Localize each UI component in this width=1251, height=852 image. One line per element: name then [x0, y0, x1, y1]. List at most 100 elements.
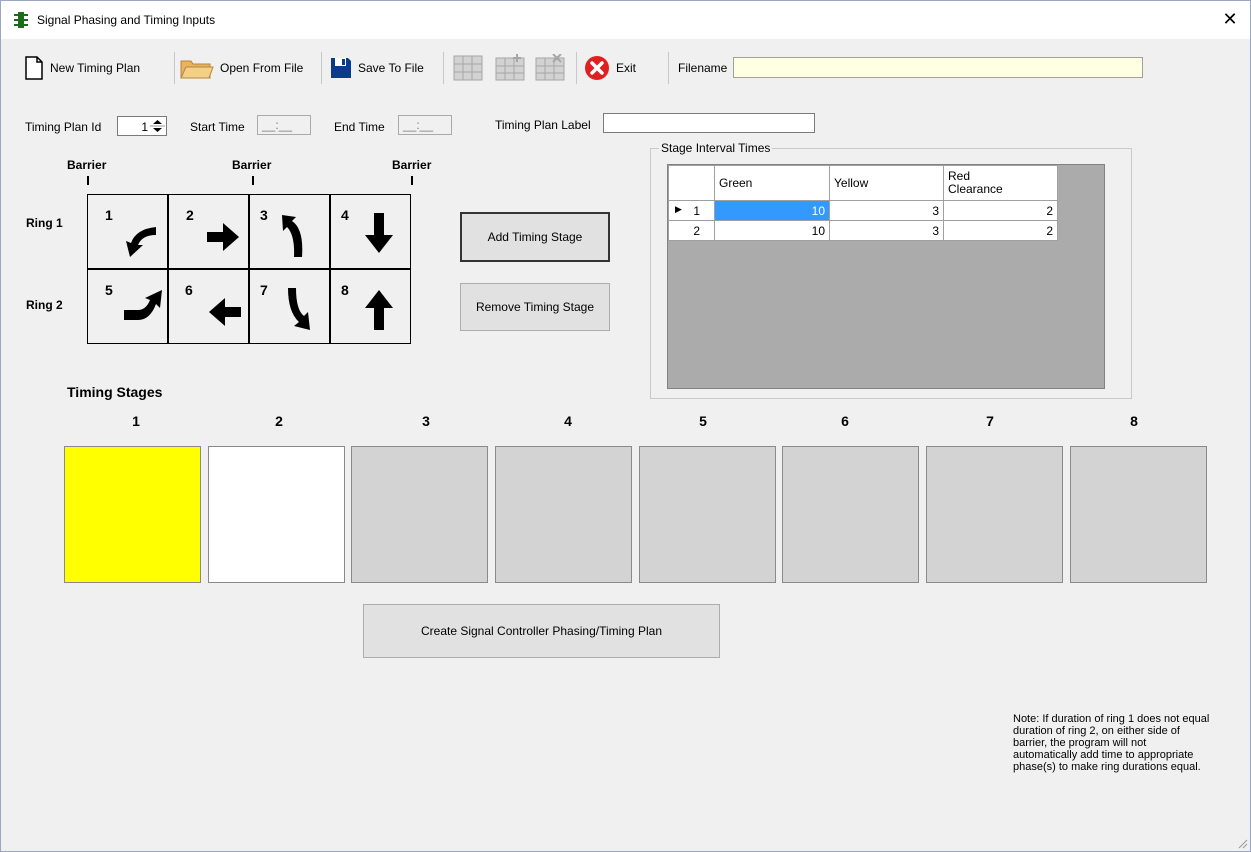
phase-cell-7[interactable]: 7: [249, 269, 330, 344]
table-save-icon[interactable]: [453, 54, 483, 82]
traffic-light-icon: [14, 12, 28, 28]
phase-grid: 1 2 3 4 5 6 7 8: [87, 194, 413, 344]
timing-plan-id-label: Timing Plan Id: [25, 120, 102, 134]
toolbar-separator: [174, 52, 175, 84]
stage-box-8[interactable]: [1070, 446, 1207, 583]
column-header-red-clearance[interactable]: Red Clearance: [943, 165, 1058, 201]
open-from-file-label: Open From File: [220, 61, 304, 75]
stage-number: 3: [422, 413, 430, 429]
ring-1-label: Ring 1: [26, 216, 63, 230]
open-from-file-button[interactable]: Open From File: [180, 48, 303, 88]
phase-number: 1: [105, 207, 113, 223]
table-delete-icon[interactable]: [535, 54, 565, 82]
save-to-file-label: Save To File: [358, 61, 424, 75]
stage-number: 2: [275, 413, 283, 429]
column-header-green[interactable]: Green: [714, 165, 830, 201]
table-row[interactable]: ▶ 1 10 3 2: [668, 200, 1058, 221]
phase-number: 7: [260, 282, 268, 298]
exit-label: Exit: [616, 61, 637, 75]
ring-2-label: Ring 2: [26, 298, 63, 312]
remove-timing-stage-button[interactable]: Remove Timing Stage: [460, 283, 610, 331]
up-arrow-icon: [365, 290, 393, 330]
phase-number: 4: [341, 207, 349, 223]
phase-number: 6: [185, 282, 193, 298]
stage-box-6[interactable]: [782, 446, 919, 583]
stage-interval-title: Stage Interval Times: [659, 141, 773, 155]
resize-grip-icon[interactable]: [1236, 837, 1248, 849]
stage-box-5[interactable]: [639, 446, 776, 583]
stage-number: 7: [986, 413, 994, 429]
end-time-input[interactable]: __:__: [398, 115, 452, 135]
column-header-yellow[interactable]: Yellow: [829, 165, 944, 201]
stage-number: 4: [564, 413, 572, 429]
add-timing-stage-button[interactable]: Add Timing Stage: [460, 212, 610, 262]
barrier-label: Barrier: [232, 158, 272, 172]
timing-plan-label-input[interactable]: [603, 113, 815, 133]
table-add-icon[interactable]: [495, 54, 525, 82]
stage-number: 6: [841, 413, 849, 429]
cell-green[interactable]: 10: [714, 200, 830, 221]
cell-yellow[interactable]: 3: [829, 220, 944, 241]
create-plan-button[interactable]: Create Signal Controller Phasing/Timing …: [363, 604, 720, 658]
row-header-corner: [668, 165, 715, 201]
stage-box-7[interactable]: [926, 446, 1063, 583]
phase-cell-1[interactable]: 1: [87, 194, 168, 269]
open-folder-icon: [180, 60, 214, 79]
phase-cell-3[interactable]: 3: [249, 194, 330, 269]
end-time-value: __:__: [403, 118, 434, 132]
window-title: Signal Phasing and Timing Inputs: [37, 13, 216, 27]
stage-number: 1: [132, 413, 140, 429]
cell-green[interactable]: 10: [714, 220, 830, 241]
stage-interval-grid: Green Yellow Red Clearance ▶ 1 10 3 2 2 …: [667, 164, 1105, 389]
barrier-tick: [87, 176, 89, 185]
table-row[interactable]: 2 10 3 2: [668, 220, 1058, 241]
stage-number: 8: [1130, 413, 1138, 429]
cell-red[interactable]: 2: [943, 220, 1058, 241]
exit-button[interactable]: Exit: [584, 48, 636, 88]
new-timing-plan-button[interactable]: New Timing Plan: [24, 48, 140, 88]
row-id: 2: [693, 223, 700, 238]
spinner-arrows-icon[interactable]: [150, 118, 165, 134]
timing-plan-label-label: Timing Plan Label: [495, 118, 591, 132]
phase-cell-6[interactable]: 6: [168, 269, 249, 344]
row-header[interactable]: 2: [668, 220, 715, 241]
right-turn-up-arrow-icon: [124, 290, 162, 320]
close-button[interactable]: ✕: [1220, 9, 1240, 29]
stage-number: 5: [699, 413, 707, 429]
timing-plan-id-value: 1: [141, 120, 148, 134]
start-time-input[interactable]: __:__: [257, 115, 311, 135]
toolbar-separator: [668, 52, 669, 84]
phase-cell-8[interactable]: 8: [330, 269, 411, 344]
toolbar-separator: [576, 52, 577, 84]
row-header[interactable]: ▶ 1: [668, 200, 715, 221]
start-time-value: __:__: [262, 118, 293, 132]
cell-yellow[interactable]: 3: [829, 200, 944, 221]
right-turn-down-arrow-icon: [288, 288, 310, 330]
phase-number: 5: [105, 282, 113, 298]
stage-box-3[interactable]: [351, 446, 488, 583]
barrier-label: Barrier: [67, 158, 107, 172]
phase-cell-5[interactable]: 5: [87, 269, 168, 344]
timing-plan-id-spinner[interactable]: 1: [117, 116, 167, 136]
cell-red[interactable]: 2: [943, 200, 1058, 221]
row-id: 1: [693, 203, 700, 218]
ring-duration-note: Note: If duration of ring 1 does not equ…: [1013, 713, 1210, 773]
phase-number: 8: [341, 282, 349, 298]
title-bar: Signal Phasing and Timing Inputs ✕: [1, 1, 1250, 39]
barrier-tick: [252, 176, 254, 185]
toolbar-separator: [321, 52, 322, 84]
stage-interval-table: Green Yellow Red Clearance ▶ 1 10 3 2 2 …: [668, 165, 1058, 241]
right-arrow-icon: [207, 223, 239, 251]
down-arrow-icon: [365, 213, 393, 253]
stage-box-1[interactable]: [64, 446, 201, 583]
stage-box-2[interactable]: [208, 446, 345, 583]
filename-input[interactable]: [733, 57, 1143, 78]
left-turn-up-arrow-icon: [282, 215, 303, 257]
phase-cell-2[interactable]: 2: [168, 194, 249, 269]
save-to-file-button[interactable]: Save To File: [330, 48, 424, 88]
phase-cell-4[interactable]: 4: [330, 194, 411, 269]
stage-box-4[interactable]: [495, 446, 632, 583]
toolbar-separator: [443, 52, 444, 84]
start-time-label: Start Time: [190, 120, 245, 134]
barrier-tick: [411, 176, 413, 185]
